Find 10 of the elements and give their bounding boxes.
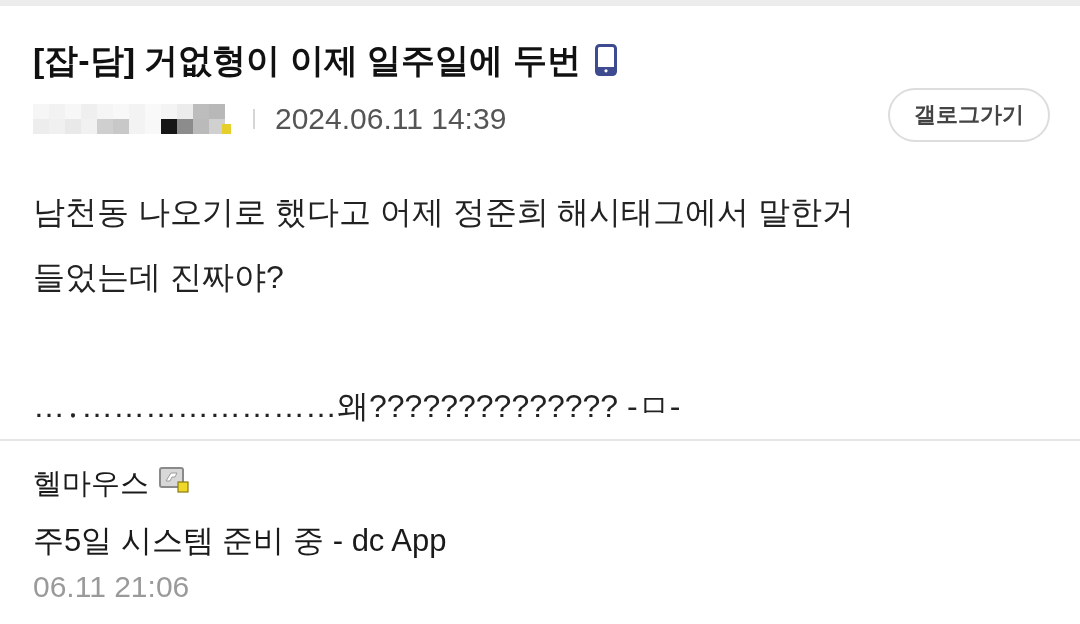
comment-text: 주5일 시스템 준비 중 - dc App (33, 522, 448, 560)
body-paragraph: 남천동 나오기로 했다고 어제 정준희 해시태그에서 말한거 들었는데 진짜야? (33, 193, 856, 297)
comment-nickname: 헬마우스 (33, 466, 149, 501)
post-title: [잡-담] 거없형이 이제 일주일에 두번 (33, 40, 581, 80)
post-date: 2024.06.11 14:39 (275, 102, 507, 136)
phone-icon (594, 44, 617, 76)
gallog-button[interactable]: 갤로그가기 (888, 88, 1050, 142)
body-paragraph: …․……………………왜?????????????? -ㅁ- (33, 387, 682, 426)
comment-time: 06.11 21:06 (33, 569, 191, 605)
user-badge-icon (159, 467, 189, 493)
